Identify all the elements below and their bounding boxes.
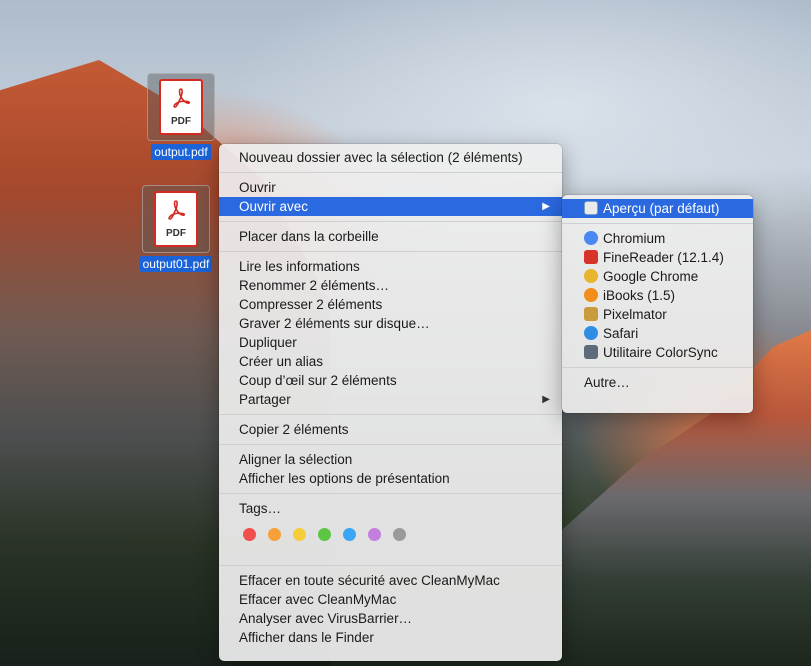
submenu-arrow-icon: ▶ bbox=[542, 201, 550, 212]
finereader-icon bbox=[584, 250, 598, 264]
menu-item-open-with[interactable]: Ouvrir avec ▶ bbox=[219, 197, 562, 216]
menu-item-virusbarrier-scan[interactable]: Analyser avec VirusBarrier… bbox=[219, 609, 562, 628]
tag-color-dot[interactable] bbox=[293, 527, 306, 541]
menu-item-duplicate[interactable]: Dupliquer bbox=[219, 333, 562, 352]
file-selection-highlight: PDF bbox=[147, 73, 215, 141]
submenu-item-label: iBooks (1.5) bbox=[603, 288, 676, 303]
menu-item-quick-look[interactable]: Coup d’œil sur 2 éléments bbox=[219, 371, 562, 390]
submenu-item-app[interactable]: Pixelmator bbox=[562, 305, 753, 324]
menu-item-burn[interactable]: Graver 2 éléments sur disque… bbox=[219, 314, 562, 333]
submenu-item-app[interactable]: iBooks (1.5) bbox=[562, 286, 753, 305]
pdf-badge-text: PDF bbox=[166, 228, 186, 239]
pdf-badge-text: PDF bbox=[171, 116, 191, 127]
app-list: Chromium FineReader (12.1.4) Google Chrome… bbox=[562, 229, 753, 362]
submenu-item-label: FineReader (12.1.4) bbox=[603, 250, 724, 265]
tag-color-row bbox=[219, 518, 562, 550]
tag-color-dot[interactable] bbox=[393, 527, 406, 541]
submenu-item-other[interactable]: Autre… bbox=[562, 373, 753, 392]
acrobat-logo-icon bbox=[168, 200, 186, 220]
menu-separator bbox=[219, 414, 562, 415]
menu-item-new-folder[interactable]: Nouveau dossier avec la sélection (2 élé… bbox=[219, 148, 562, 167]
chrome-icon bbox=[584, 269, 598, 283]
menu-item-label: Partager bbox=[239, 392, 291, 407]
menu-item-share[interactable]: Partager ▶ bbox=[219, 390, 562, 409]
menu-separator bbox=[219, 493, 562, 494]
tag-color-dot[interactable] bbox=[318, 527, 331, 541]
menu-spacer bbox=[219, 550, 562, 560]
menu-item-align-selection[interactable]: Aligner la sélection bbox=[219, 450, 562, 469]
chromium-icon bbox=[584, 231, 598, 245]
submenu-item-app[interactable]: Chromium bbox=[562, 229, 753, 248]
safari-icon bbox=[584, 326, 598, 340]
submenu-item-app[interactable]: FineReader (12.1.4) bbox=[562, 248, 753, 267]
menu-separator bbox=[219, 565, 562, 566]
submenu-item-app[interactable]: Google Chrome bbox=[562, 267, 753, 286]
context-menu: Nouveau dossier avec la sélection (2 élé… bbox=[219, 144, 562, 661]
menu-item-make-alias[interactable]: Créer un alias bbox=[219, 352, 562, 371]
tag-color-dot[interactable] bbox=[243, 527, 256, 541]
pdf-file-icon: PDF bbox=[154, 191, 198, 247]
menu-item-cleanmymac-secure-erase[interactable]: Effacer en toute sécurité avec CleanMyMa… bbox=[219, 571, 562, 590]
menu-item-show-in-finder[interactable]: Afficher dans le Finder bbox=[219, 628, 562, 647]
menu-separator bbox=[219, 444, 562, 445]
submenu-item-preview-default[interactable]: Aperçu (par défaut) bbox=[562, 199, 753, 218]
tag-color-dot[interactable] bbox=[368, 527, 381, 541]
menu-separator bbox=[219, 221, 562, 222]
menu-separator bbox=[562, 223, 753, 224]
open-with-submenu: Aperçu (par défaut) Chromium FineReader (… bbox=[562, 195, 753, 413]
menu-item-open[interactable]: Ouvrir bbox=[219, 178, 562, 197]
menu-item-label: Ouvrir avec bbox=[239, 199, 309, 214]
file-name-label[interactable]: output.pdf bbox=[151, 144, 211, 160]
menu-item-cleanmymac-erase[interactable]: Effacer avec CleanMyMac bbox=[219, 590, 562, 609]
tag-color-dot[interactable] bbox=[268, 527, 281, 541]
menu-item-compress[interactable]: Compresser 2 éléments bbox=[219, 295, 562, 314]
submenu-item-label: Pixelmator bbox=[603, 307, 667, 322]
desktop-file-output-pdf[interactable]: PDF output.pdf bbox=[136, 73, 226, 161]
pdf-file-icon: PDF bbox=[159, 79, 203, 135]
preview-icon bbox=[584, 201, 598, 215]
menu-item-view-options[interactable]: Afficher les options de présentation bbox=[219, 469, 562, 488]
menu-separator bbox=[562, 367, 753, 368]
file-name-label[interactable]: output01.pdf bbox=[139, 256, 213, 272]
menu-item-move-to-trash[interactable]: Placer dans la corbeille bbox=[219, 227, 562, 246]
submenu-arrow-icon: ▶ bbox=[542, 394, 550, 405]
menu-separator bbox=[219, 251, 562, 252]
submenu-item-label: Utilitaire ColorSync bbox=[603, 345, 718, 360]
menu-item-get-info[interactable]: Lire les informations bbox=[219, 257, 562, 276]
ibooks-icon bbox=[584, 288, 598, 302]
menu-separator bbox=[219, 172, 562, 173]
colorsync-icon bbox=[584, 345, 598, 359]
menu-item-tags[interactable]: Tags… bbox=[219, 499, 562, 518]
menu-item-copy[interactable]: Copier 2 éléments bbox=[219, 420, 562, 439]
menu-item-rename[interactable]: Renommer 2 éléments… bbox=[219, 276, 562, 295]
file-selection-highlight: PDF bbox=[142, 185, 210, 253]
submenu-item-label: Google Chrome bbox=[603, 269, 699, 284]
tag-color-dot[interactable] bbox=[343, 527, 356, 541]
acrobat-logo-icon bbox=[173, 88, 191, 108]
pixelmator-icon bbox=[584, 307, 598, 321]
submenu-item-app[interactable]: Safari bbox=[562, 324, 753, 343]
submenu-item-label: Chromium bbox=[603, 231, 666, 246]
submenu-item-label: Safari bbox=[603, 326, 639, 341]
submenu-item-label: Aperçu (par défaut) bbox=[603, 201, 720, 216]
desktop-file-output01-pdf[interactable]: PDF output01.pdf bbox=[131, 185, 221, 273]
submenu-item-app[interactable]: Utilitaire ColorSync bbox=[562, 343, 753, 362]
